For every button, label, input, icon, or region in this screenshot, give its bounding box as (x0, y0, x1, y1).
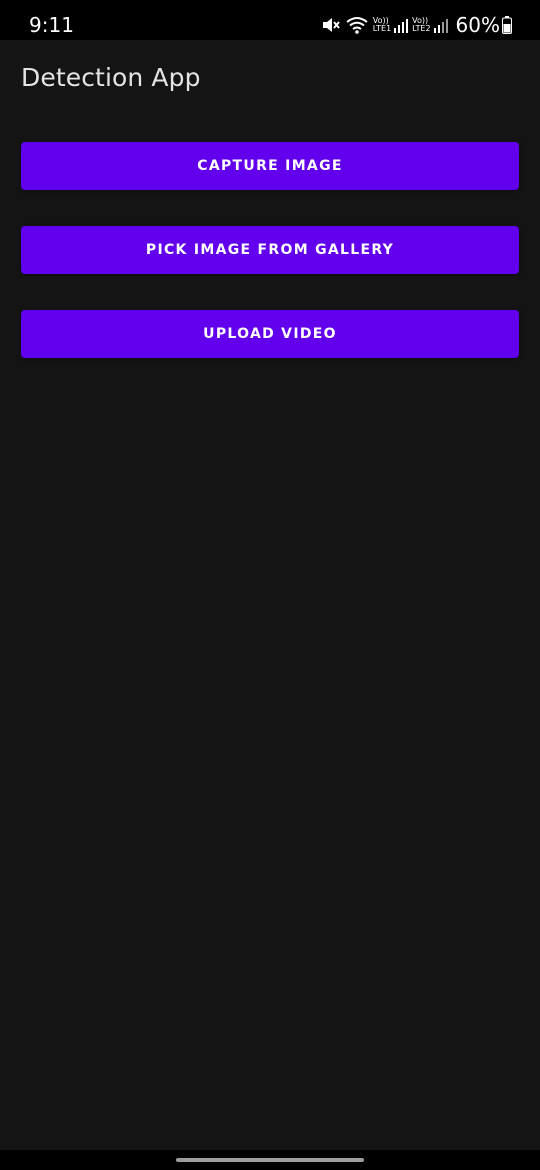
wifi-icon (345, 16, 369, 34)
pick-image-label: PICK IMAGE FROM GALLERY (145, 242, 395, 258)
page-title: Detection App (21, 63, 201, 92)
sim1-lte-text: LTE1 (372, 24, 392, 33)
sim2-lte-text: LTE2 (412, 24, 431, 33)
signal-icon (394, 17, 409, 33)
capture-image-label: CAPTURE IMAGE (197, 158, 343, 174)
status-time: 9:11 (29, 13, 74, 37)
app-screen: 9:11 Vo)) LTE1 Vo)) LTE2 60% Detection A… (0, 0, 540, 1170)
sim2-network-label: Vo)) LTE2 (412, 17, 430, 33)
battery-icon (502, 16, 512, 34)
status-bar: 9:11 Vo)) LTE1 Vo)) LTE2 60% (0, 0, 540, 40)
gesture-handle[interactable] (176, 1158, 364, 1162)
mute-icon (321, 16, 341, 34)
capture-image-button[interactable]: CAPTURE IMAGE (21, 142, 519, 190)
navigation-bar (0, 1150, 540, 1170)
sim1-network-label: Vo)) LTE1 (373, 17, 391, 33)
upload-video-label: UPLOAD VIDEO (203, 326, 337, 342)
signal-icon (433, 17, 448, 33)
upload-video-button[interactable]: UPLOAD VIDEO (21, 310, 519, 358)
battery-percent: 60% (455, 13, 500, 37)
pick-image-from-gallery-button[interactable]: PICK IMAGE FROM GALLERY (21, 226, 519, 274)
status-icons: Vo)) LTE1 Vo)) LTE2 60% (321, 13, 512, 37)
